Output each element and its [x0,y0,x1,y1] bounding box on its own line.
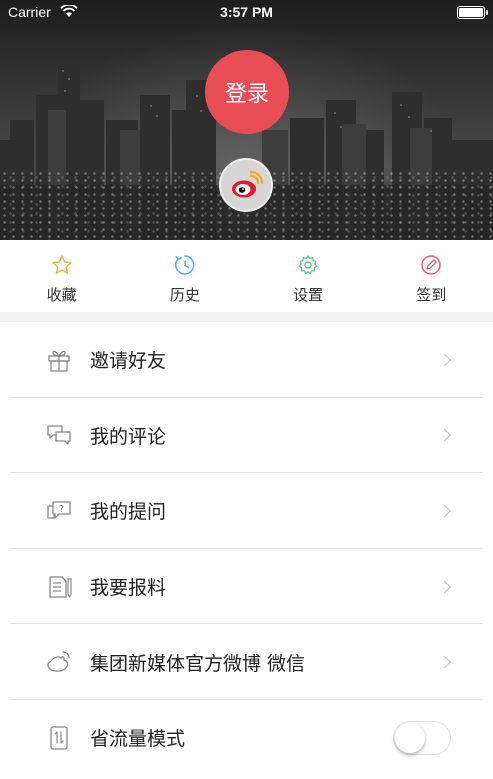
list-item-my-comments[interactable]: 我的评论 [0,398,493,474]
svg-text:?: ? [59,504,64,515]
history-label: 历史 [169,286,200,304]
comment-icon [44,420,74,450]
chevron-right-icon [438,504,451,518]
favorites-label: 收藏 [46,286,77,304]
sign-in-label: 签到 [416,286,447,304]
history-button[interactable]: 历史 [123,240,246,312]
chevron-right-icon [438,429,451,442]
login-button[interactable]: 登录 [205,50,289,134]
gear-icon [295,252,321,278]
list-item-my-questions[interactable]: ? 我的提问 [0,473,493,549]
data-saver-icon [44,723,74,753]
data-saver-toggle[interactable] [393,720,451,755]
chevron-right-icon [438,580,451,593]
weibo-login-button[interactable] [219,158,273,212]
menu-list: 邀请好友 我的评论 ? 我的提问 我要报料 集团新媒体官方微博 微信 省流量模式 [0,322,493,779]
star-icon [49,252,75,278]
quick-action-bar: 收藏 历史 设置 签到 [0,240,493,312]
list-item-submit-news[interactable]: 我要报料 [0,549,493,625]
list-item-label: 我的评论 [90,425,167,448]
toggle-knob [395,722,425,753]
profile-header: Carrier 3:57 PM 登录 [0,0,493,240]
sign-in-button[interactable]: 签到 [370,240,493,312]
report-icon [44,572,74,602]
list-item-data-saver: 省流量模式 [0,700,493,776]
chevron-right-icon [438,655,451,669]
chevron-right-icon [438,353,451,367]
battery-icon [457,6,488,19]
weibo-icon [44,647,74,677]
list-item-label: 我的提问 [90,501,167,524]
favorites-button[interactable]: 收藏 [0,240,123,312]
history-icon [172,252,198,278]
question-icon: ? [44,496,74,526]
list-item-invite-friends[interactable]: 邀请好友 [0,322,493,398]
sign-in-icon [418,252,444,278]
weibo-icon [232,170,264,198]
list-item-label: 我要报料 [90,577,167,600]
list-item-label: 邀请好友 [90,350,167,373]
status-bar: Carrier 3:57 PM [0,0,493,24]
list-item-official-weibo-wechat[interactable]: 集团新媒体官方微博 微信 [0,624,493,700]
status-time: 3:57 PM [220,4,273,20]
settings-button[interactable]: 设置 [247,240,370,312]
list-item-label: 集团新媒体官方微博 微信 [90,652,306,675]
gift-icon [44,345,74,375]
settings-label: 设置 [293,286,324,304]
list-item-label: 省流量模式 [90,728,186,751]
